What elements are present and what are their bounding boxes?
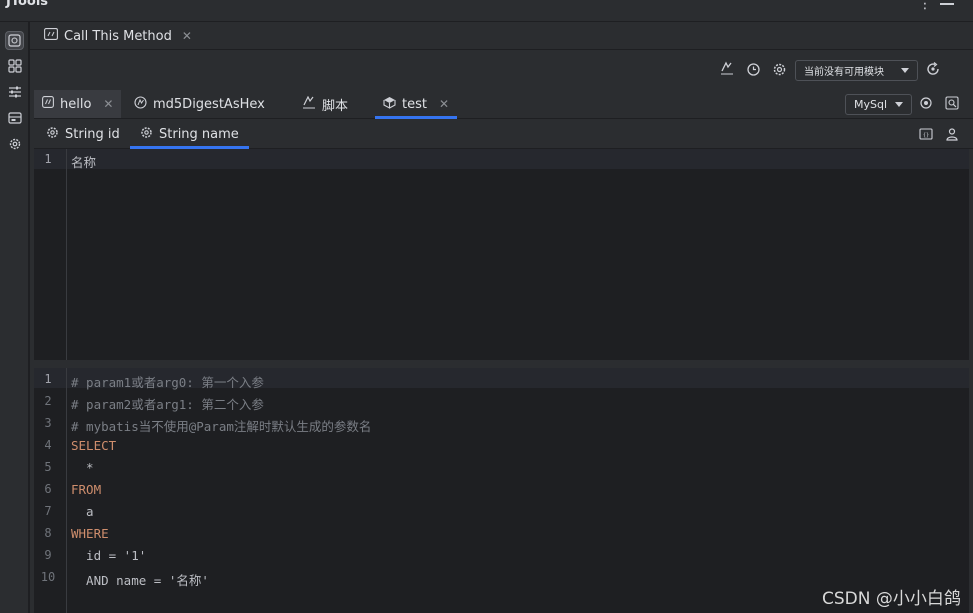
sql-editor[interactable]: 1 # param1或者arg0: 第一个入参 2 # param2或者arg1… [34, 368, 969, 613]
code-line: AND name = '名称' [71, 573, 209, 588]
param-editor[interactable]: 1 名称 [34, 149, 969, 360]
gear-icon [46, 126, 59, 143]
target-icon[interactable] [917, 94, 935, 112]
tab-hello[interactable]: hello ✕ [34, 90, 122, 118]
cube-icon [383, 96, 396, 113]
code-line: # param2或者arg1: 第二个入参 [71, 397, 264, 412]
more-options-icon[interactable]: ⋮ [918, 0, 932, 12]
chevron-down-icon [895, 102, 903, 107]
history-icon[interactable] [744, 60, 762, 78]
parameter-tabs: String id String name {} [34, 119, 973, 149]
plugins-grid-icon[interactable] [5, 56, 24, 75]
tool-window-tabbar: Call This Method ✕ [30, 22, 973, 50]
code-line: # mybatis当不使用@Param注解时默认生成的参数名 [71, 419, 372, 434]
line-number: 10 [40, 570, 56, 584]
module-select[interactable]: 当前没有可用模块 [795, 60, 918, 81]
script-icon [302, 95, 316, 113]
line-number: 3 [44, 416, 52, 430]
code-line: a [71, 504, 94, 519]
code-line: # param1或者arg0: 第一个入参 [71, 375, 264, 390]
storage-icon[interactable] [5, 108, 24, 127]
line-number: 8 [44, 526, 52, 540]
json-format-icon[interactable]: {} [917, 125, 935, 143]
gear-icon[interactable] [770, 60, 788, 78]
close-icon[interactable]: ✕ [103, 97, 113, 111]
code-line: SELECT [71, 438, 117, 453]
line-number: 4 [44, 438, 52, 452]
tab-label: test [402, 96, 427, 112]
code-line: FROM [71, 482, 102, 497]
tab-label: String id [65, 127, 120, 142]
close-icon[interactable]: ✕ [182, 29, 192, 43]
tab-label: hello [60, 96, 92, 112]
minimize-icon[interactable] [940, 3, 954, 5]
line-number: 9 [44, 548, 52, 562]
tab-label: String name [159, 127, 239, 142]
tab-param-id[interactable]: String id [36, 121, 130, 148]
tab-md5digestashex[interactable]: md5DigestAsHex [126, 90, 273, 118]
action-toolbar: 当前没有可用模块 [30, 50, 973, 88]
svg-text:{}: {} [923, 133, 929, 139]
code-line: id = '1' [71, 548, 147, 563]
line-number: 7 [44, 504, 52, 518]
line-number: 6 [44, 482, 52, 496]
settings-sliders-icon[interactable] [5, 82, 24, 101]
close-icon[interactable]: ✕ [439, 97, 449, 111]
method-tabs: hello ✕ md5DigestAsHex 脚本 test ✕ MySql [34, 88, 973, 119]
search-icon[interactable] [943, 94, 961, 112]
tab-script[interactable]: 脚本 [294, 90, 356, 118]
tab-param-name[interactable]: String name [130, 121, 249, 149]
database-select-value: MySql [854, 98, 888, 111]
call-method-icon[interactable] [5, 31, 24, 50]
refresh-icon[interactable] [924, 60, 942, 78]
tool-window: Call This Method ✕ 当前没有可用模块 hello ✕ md5D… [30, 22, 973, 613]
module-select-value: 当前没有可用模块 [804, 67, 884, 78]
tab-label: Call This Method [64, 28, 172, 44]
tab-call-this-method[interactable]: Call This Method ✕ [44, 26, 192, 46]
app-title: JTools [6, 0, 49, 9]
line-number: 2 [44, 394, 52, 408]
method-icon [134, 95, 147, 113]
method-icon [42, 96, 54, 112]
editor-splitter[interactable] [34, 360, 969, 368]
tab-test[interactable]: test ✕ [375, 90, 458, 119]
line-number: 5 [44, 460, 52, 474]
gear-icon[interactable] [5, 134, 24, 153]
chevron-down-icon [901, 68, 909, 73]
gear-icon [140, 126, 153, 143]
title-bar: JTools ⋮ [0, 0, 973, 22]
tab-label: md5DigestAsHex [153, 96, 265, 112]
watermark: CSDN @小小白鸽 [822, 589, 961, 609]
line-number: 1 [44, 152, 52, 166]
code-line: * [71, 460, 94, 475]
gateway-icon[interactable] [718, 60, 736, 78]
code-line: 名称 [71, 155, 97, 170]
line-gutter [34, 149, 67, 360]
call-method-icon [44, 28, 58, 44]
database-select[interactable]: MySql [845, 94, 912, 115]
code-line: WHERE [71, 526, 109, 541]
user-icon[interactable] [943, 125, 961, 143]
caret-line [34, 149, 969, 169]
line-number: 1 [44, 372, 52, 386]
tab-label: 脚本 [322, 98, 349, 114]
left-toolbar [0, 22, 29, 613]
